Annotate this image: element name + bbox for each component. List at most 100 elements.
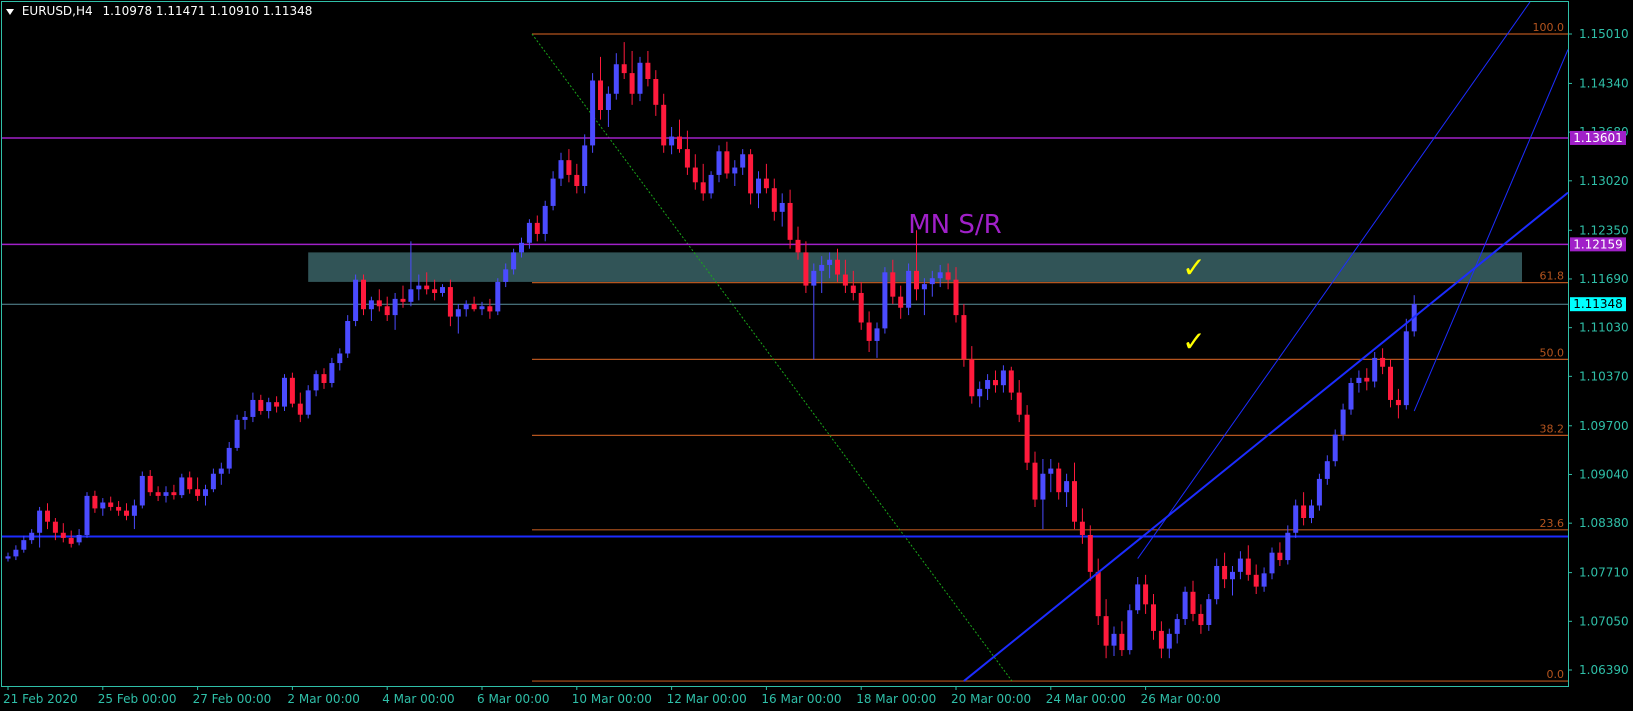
candle-body[interactable] bbox=[337, 353, 343, 364]
candle-body[interactable] bbox=[1340, 409, 1346, 435]
candle-body[interactable] bbox=[345, 321, 351, 354]
candle-body[interactable] bbox=[803, 252, 809, 286]
candle-body[interactable] bbox=[1008, 370, 1014, 393]
candle-body[interactable] bbox=[266, 402, 272, 412]
candle-body[interactable] bbox=[424, 285, 430, 290]
candle-body[interactable] bbox=[171, 492, 177, 496]
candle-body[interactable] bbox=[45, 510, 50, 522]
candle-body[interactable] bbox=[1072, 481, 1077, 522]
candle-body[interactable] bbox=[977, 388, 983, 397]
candle-body[interactable] bbox=[1024, 414, 1030, 463]
candle-body[interactable] bbox=[368, 300, 374, 310]
candle-body[interactable] bbox=[100, 502, 106, 509]
candle-body[interactable] bbox=[827, 259, 833, 265]
candle-body[interactable] bbox=[1143, 584, 1149, 605]
candle-body[interactable] bbox=[511, 252, 517, 270]
candle-body[interactable] bbox=[353, 279, 359, 322]
candle-body[interactable] bbox=[858, 292, 864, 323]
candle-body[interactable] bbox=[582, 145, 588, 186]
candle-body[interactable] bbox=[779, 202, 785, 212]
candle-body[interactable] bbox=[969, 359, 975, 397]
candle-body[interactable] bbox=[1174, 619, 1180, 634]
candle-body[interactable] bbox=[811, 270, 817, 286]
candle-body[interactable] bbox=[574, 174, 580, 186]
candle-body[interactable] bbox=[542, 205, 548, 234]
candle-body[interactable] bbox=[1016, 392, 1022, 415]
candle-body[interactable] bbox=[258, 399, 264, 412]
candle-body[interactable] bbox=[210, 473, 216, 490]
candle-body[interactable] bbox=[1348, 382, 1354, 410]
candle-body[interactable] bbox=[526, 222, 532, 243]
candle-body[interactable] bbox=[226, 447, 232, 469]
candle-body[interactable] bbox=[1158, 630, 1164, 649]
candle-body[interactable] bbox=[155, 492, 161, 496]
candle-body[interactable] bbox=[195, 489, 201, 496]
candle-body[interactable] bbox=[250, 399, 256, 417]
candle-body[interactable] bbox=[850, 285, 856, 293]
candle-body[interactable] bbox=[748, 154, 754, 194]
chart-window[interactable]: EURUSD,H4 1.10978 1.11471 1.10910 1.1134… bbox=[0, 0, 1633, 711]
candle-body[interactable] bbox=[1261, 573, 1267, 587]
candle-body[interactable] bbox=[282, 377, 287, 407]
candle-body[interactable] bbox=[637, 62, 643, 94]
candle-body[interactable] bbox=[1222, 565, 1228, 580]
candle-body[interactable] bbox=[479, 306, 485, 310]
candle-body[interactable] bbox=[52, 521, 58, 533]
candle-body[interactable] bbox=[21, 540, 27, 550]
candle-body[interactable] bbox=[700, 182, 706, 194]
candle-body[interactable] bbox=[1309, 505, 1314, 519]
candle-body[interactable] bbox=[1269, 552, 1275, 574]
candle-body[interactable] bbox=[116, 506, 122, 511]
candle-body[interactable] bbox=[218, 468, 224, 474]
candle-body[interactable] bbox=[740, 154, 746, 168]
candle-body[interactable] bbox=[598, 80, 603, 110]
candle-body[interactable] bbox=[566, 160, 572, 175]
candle-body[interactable] bbox=[1395, 399, 1401, 406]
candle-body[interactable] bbox=[882, 272, 888, 329]
candle-body[interactable] bbox=[937, 272, 943, 279]
candle-body[interactable] bbox=[1293, 505, 1299, 533]
candle-body[interactable] bbox=[408, 289, 414, 302]
candle-body[interactable] bbox=[1079, 521, 1085, 535]
candle-body[interactable] bbox=[108, 502, 114, 507]
candle-body[interactable] bbox=[1064, 481, 1070, 493]
candle-body[interactable] bbox=[1245, 558, 1251, 575]
candle-body[interactable] bbox=[1103, 616, 1109, 646]
candle-body[interactable] bbox=[321, 374, 327, 383]
candle-body[interactable] bbox=[1000, 370, 1006, 386]
candle-body[interactable] bbox=[629, 73, 635, 94]
candle-body[interactable] bbox=[866, 322, 872, 341]
candle-body[interactable] bbox=[503, 269, 509, 282]
candle-body[interactable] bbox=[242, 416, 248, 420]
candle-body[interactable] bbox=[1190, 591, 1196, 614]
candle-body[interactable] bbox=[534, 222, 540, 234]
candle-body[interactable] bbox=[297, 403, 303, 415]
candle-body[interactable] bbox=[203, 489, 208, 496]
candle-body[interactable] bbox=[558, 160, 564, 179]
candle-body[interactable] bbox=[732, 167, 738, 174]
candle-body[interactable] bbox=[289, 377, 295, 404]
candle-body[interactable] bbox=[1356, 377, 1362, 383]
candle-body[interactable] bbox=[914, 270, 919, 290]
candle-body[interactable] bbox=[1301, 505, 1307, 519]
candle-body[interactable] bbox=[1056, 468, 1062, 493]
candle-body[interactable] bbox=[993, 380, 998, 386]
candle-body[interactable] bbox=[60, 532, 66, 538]
candle-body[interactable] bbox=[329, 363, 335, 383]
candle-body[interactable] bbox=[874, 328, 880, 341]
candle-body[interactable] bbox=[1087, 534, 1093, 572]
candle-body[interactable] bbox=[550, 178, 556, 206]
candle-body[interactable] bbox=[1214, 565, 1220, 600]
candle-body[interactable] bbox=[519, 242, 524, 253]
candle-body[interactable] bbox=[1048, 468, 1054, 474]
candle-body[interactable] bbox=[756, 178, 761, 194]
candle-body[interactable] bbox=[361, 279, 366, 310]
candle-body[interactable] bbox=[724, 151, 730, 174]
candle-body[interactable] bbox=[1032, 462, 1038, 500]
candle-body[interactable] bbox=[819, 264, 825, 271]
candle-body[interactable] bbox=[684, 149, 690, 168]
candle-body[interactable] bbox=[487, 306, 493, 312]
candle-body[interactable] bbox=[590, 80, 596, 146]
candle-body[interactable] bbox=[961, 315, 967, 360]
candle-body[interactable] bbox=[131, 505, 137, 516]
